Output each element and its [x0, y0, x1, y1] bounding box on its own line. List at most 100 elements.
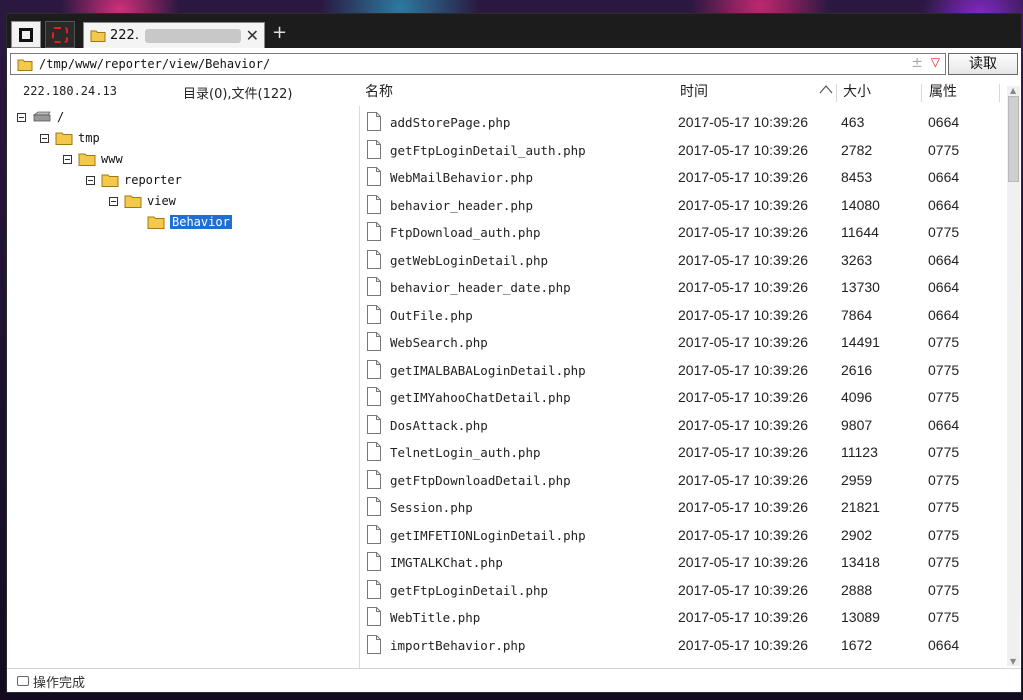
file-size: 2616 — [841, 361, 873, 378]
file-time: 2017-05-17 10:39:26 — [678, 609, 808, 625]
file-row[interactable]: getFtpLoginDetail.php 2017-05-17 10:39:26… — [367, 578, 1003, 605]
close-icon[interactable]: ✕ — [246, 26, 259, 45]
file-size: 13418 — [841, 554, 880, 570]
file-size: 1672 — [841, 636, 873, 653]
status-icon — [17, 676, 29, 686]
column-separator[interactable] — [921, 84, 922, 102]
sort-ascending-icon — [819, 85, 833, 94]
scroll-down-icon[interactable]: ▼ — [1010, 657, 1016, 666]
tree-node-label: www — [101, 152, 123, 166]
file-row[interactable]: IMGTALKChat.php 2017-05-17 10:39:26 13418 0… — [367, 550, 1003, 577]
window-menu-button[interactable] — [11, 21, 41, 48]
file-time: 2017-05-17 10:39:26 — [678, 169, 808, 185]
plus-minus-icon[interactable]: ± — [911, 55, 923, 71]
file-name: getFtpLoginDetail.php — [390, 582, 549, 598]
column-header-attr[interactable]: 属性 — [929, 80, 957, 106]
file-row[interactable]: WebMailBehavior.php 2017-05-17 10:39:26 84… — [367, 165, 1003, 192]
pane-divider[interactable] — [359, 106, 360, 668]
file-size: 2888 — [841, 581, 873, 598]
file-row[interactable]: addStorePage.php 2017-05-17 10:39:26 463 06… — [367, 110, 1003, 137]
collapse-toggle-icon[interactable] — [63, 154, 72, 164]
file-attr: 0775 — [928, 141, 960, 158]
file-attr: 0775 — [928, 581, 960, 598]
tree-node[interactable]: / — [17, 107, 64, 127]
file-row[interactable]: FtpDownload_auth.php 2017-05-17 10:39:26 1… — [367, 220, 1003, 247]
column-header-name[interactable]: 名称 — [365, 80, 393, 106]
vertical-scrollbar[interactable]: ▲ ▼ — [1007, 86, 1020, 666]
file-row[interactable]: WebSearch.php 2017-05-17 10:39:26 14491 077… — [367, 330, 1003, 357]
tab-label: 222. — [110, 28, 139, 43]
file-name: behavior_header.php — [390, 197, 533, 213]
column-header-time[interactable]: 时间 — [680, 80, 708, 106]
tree-node-label: view — [147, 194, 176, 208]
file-row[interactable]: Session.php 2017-05-17 10:39:26 21821 0775 — [367, 495, 1003, 522]
tree-node[interactable]: tmp — [40, 128, 100, 148]
file-row[interactable]: behavior_header_date.php 2017-05-17 10:39… — [367, 275, 1003, 302]
file-name: DosAttack.php — [390, 417, 488, 433]
collapse-toggle-icon[interactable] — [40, 133, 49, 143]
file-time: 2017-05-17 10:39:26 — [678, 141, 808, 158]
tree-node[interactable]: Behavior — [147, 212, 232, 232]
tree-node[interactable]: www — [63, 149, 123, 169]
file-size: 11644 — [841, 224, 879, 240]
file-name: OutFile.php — [390, 307, 473, 323]
file-icon — [367, 277, 381, 296]
file-icon — [367, 222, 381, 241]
tab-bar: 222. ✕ + — [7, 14, 1021, 48]
collapse-toggle-icon[interactable] — [17, 112, 26, 122]
file-attr: 0775 — [928, 361, 960, 378]
tab-current[interactable]: 222. ✕ — [83, 22, 265, 48]
file-attr: 0775 — [928, 499, 960, 515]
read-button[interactable]: 读取 — [948, 53, 1018, 75]
file-attr: 0775 — [928, 444, 960, 460]
file-row[interactable]: OutFile.php 2017-05-17 10:39:26 7864 0664 — [367, 303, 1003, 330]
collapse-toggle-icon[interactable] — [86, 175, 95, 185]
file-time: 2017-05-17 10:39:26 — [678, 416, 808, 433]
add-tab-button[interactable]: + — [272, 24, 287, 42]
scroll-thumb[interactable] — [1008, 96, 1019, 182]
file-name: FtpDownload_auth.php — [390, 225, 541, 240]
file-row[interactable]: WebTitle.php 2017-05-17 10:39:26 13089 0775 — [367, 605, 1003, 632]
file-name: getFtpLoginDetail_auth.php — [390, 142, 586, 158]
address-bar[interactable]: /tmp/www/reporter/view/Behavior/ ± ▽ — [10, 53, 946, 75]
file-row[interactable]: getFtpDownloadDetail.php 2017-05-17 10:39… — [367, 468, 1003, 495]
file-row[interactable]: getIMFETIONLoginDetail.php 2017-05-17 10:… — [367, 523, 1003, 550]
file-row[interactable]: getIMALBABALoginDetail.php 2017-05-17 10:… — [367, 358, 1003, 385]
tree-node-label: Behavior — [170, 215, 232, 229]
file-time: 2017-05-17 10:39:26 — [678, 636, 808, 653]
file-icon — [367, 332, 381, 351]
column-separator[interactable] — [836, 84, 837, 102]
column-header-size[interactable]: 大小 — [843, 80, 871, 106]
tree-node-label: tmp — [78, 131, 100, 145]
capture-button[interactable] — [45, 21, 75, 48]
file-name: getIMYahooChatDetail.php — [390, 390, 571, 405]
file-row[interactable]: getWebLoginDetail.php 2017-05-17 10:39:26… — [367, 248, 1003, 275]
file-icon — [367, 387, 381, 406]
chevron-down-icon[interactable]: ▽ — [931, 55, 940, 69]
tree-node[interactable]: reporter — [86, 170, 182, 190]
file-attr: 0664 — [928, 279, 960, 295]
file-row[interactable]: DosAttack.php 2017-05-17 10:39:26 9807 0664 — [367, 413, 1003, 440]
collapse-toggle-icon[interactable] — [109, 196, 118, 206]
file-row[interactable]: behavior_header.php 2017-05-17 10:39:26 14… — [367, 193, 1003, 220]
file-time: 2017-05-17 10:39:26 — [678, 471, 808, 488]
file-row[interactable]: getFtpLoginDetail_auth.php 2017-05-17 10:… — [367, 138, 1003, 165]
file-icon — [367, 469, 381, 489]
file-name: TelnetLogin_auth.php — [390, 445, 541, 460]
folder-icon — [101, 173, 119, 187]
file-manager-window: 222. ✕ + /tmp/www/reporter/view/Behavior… — [6, 13, 1022, 693]
file-size: 2782 — [841, 141, 873, 158]
file-icon — [367, 112, 381, 131]
tree-node[interactable]: view — [109, 191, 176, 211]
file-icon — [367, 497, 381, 516]
file-row[interactable]: TelnetLogin_auth.php 2017-05-17 10:39:26 1… — [367, 440, 1003, 467]
file-row[interactable]: getIMYahooChatDetail.php 2017-05-17 10:39… — [367, 385, 1003, 412]
file-row[interactable]: importBehavior.php 2017-05-17 10:39:26 167… — [367, 633, 1003, 660]
file-size: 2902 — [841, 526, 873, 543]
left-pane-header: 222.180.24.13 目录(0),文件(122) — [7, 80, 359, 106]
scroll-up-icon[interactable]: ▲ — [1010, 86, 1016, 95]
file-icon — [367, 139, 381, 159]
status-text: 操作完成 — [33, 675, 86, 691]
column-separator[interactable] — [999, 84, 1000, 102]
file-name: getIMFETIONLoginDetail.php — [390, 527, 586, 543]
